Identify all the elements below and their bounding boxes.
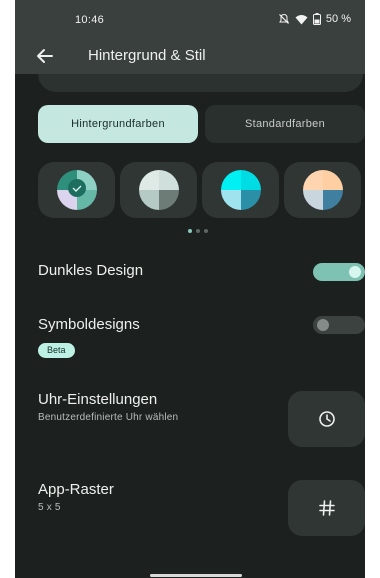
tab-wallpaper-colors[interactable]: Hintergrundfarben — [38, 105, 198, 143]
page-dot — [196, 229, 200, 233]
status-time: 10:46 — [75, 14, 105, 26]
status-bar: 10:46 50 % — [15, 0, 365, 40]
wallpaper-preview-card[interactable] — [38, 74, 363, 92]
grid-icon — [318, 500, 335, 516]
themed-icons-label: Symboldesigns — [38, 316, 140, 333]
toggle-knob — [349, 266, 361, 278]
status-icons: 50 % — [278, 13, 351, 25]
color-option-3-swatch — [220, 170, 261, 210]
beta-badge: Beta — [38, 343, 75, 358]
page-dot — [188, 229, 192, 233]
page-dot — [204, 229, 208, 233]
color-option-2-swatch — [138, 170, 179, 210]
clock-icon — [318, 411, 335, 427]
battery-icon — [312, 13, 321, 25]
color-option-3[interactable] — [202, 162, 279, 218]
toggle-knob — [317, 319, 329, 331]
app-grid-subtitle: 5 x 5 — [38, 502, 61, 513]
color-option-4-swatch — [302, 170, 343, 210]
tab-basic-colors[interactable]: Standardfarben — [205, 105, 365, 143]
color-option-4[interactable] — [284, 162, 361, 218]
color-option-1-swatch — [56, 170, 97, 210]
color-option-2[interactable] — [120, 162, 197, 218]
themed-icons-toggle[interactable] — [313, 316, 365, 334]
dark-theme-label: Dunkles Design — [38, 262, 144, 279]
wifi-icon — [295, 14, 308, 24]
page-indicator — [188, 229, 208, 233]
arrow-left-icon[interactable] — [33, 44, 57, 68]
clock-settings-subtitle: Benutzerdefinierte Uhr wählen — [38, 412, 179, 423]
gesture-handle[interactable] — [150, 574, 242, 577]
screen: 10:46 50 % Hintergrund & Stil Hintergrun… — [15, 0, 365, 578]
app-bar: Hintergrund & Stil — [15, 40, 365, 74]
clock-settings-button[interactable] — [288, 391, 365, 447]
app-grid-label[interactable]: App-Raster — [38, 481, 114, 498]
navigation-bar — [15, 562, 365, 578]
clock-settings-label[interactable]: Uhr-Einstellungen — [38, 391, 157, 408]
battery-percent: 50 % — [325, 13, 351, 25]
dark-theme-toggle[interactable] — [313, 263, 365, 281]
page-title: Hintergrund & Stil — [88, 47, 206, 64]
mute-icon — [278, 13, 289, 24]
color-option-1[interactable] — [38, 162, 115, 218]
color-options — [38, 162, 365, 218]
app-grid-button[interactable] — [288, 480, 365, 536]
